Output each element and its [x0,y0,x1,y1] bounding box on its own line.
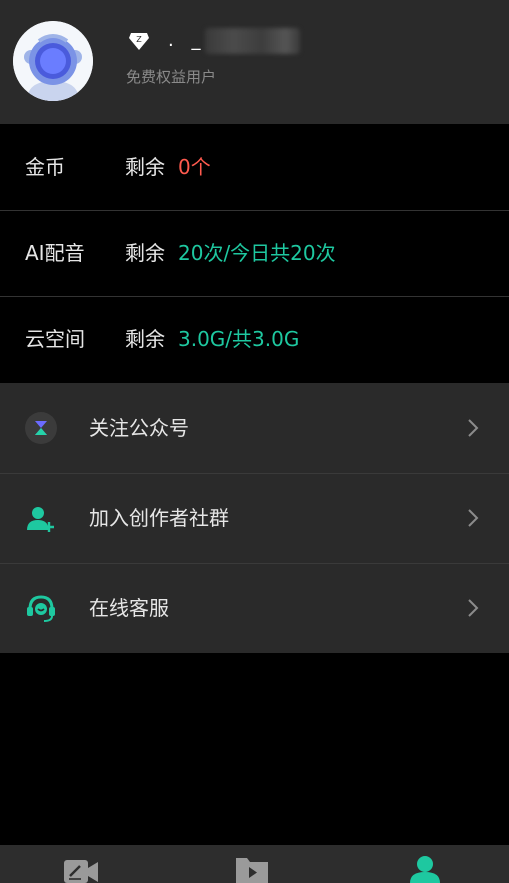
svg-text:Z: Z [136,35,142,44]
quota-row-coins: 金币 剩余 0个 [0,124,509,211]
edit-video-icon [64,860,98,883]
menu-item-label: 关注公众号 [89,416,189,440]
quota-prefix: 剩余 [125,327,165,351]
quota-prefix: 剩余 [125,155,165,179]
tab-works[interactable] [170,845,340,883]
quota-label: 金币 [25,155,65,179]
quota-label: 云空间 [25,327,85,351]
quota-prefix: 剩余 [125,241,165,265]
username-redacted [205,28,300,54]
quota-value: 20次/今日共20次 [178,241,336,265]
tab-profile[interactable] [340,845,509,883]
bottom-tab-bar [0,845,509,883]
menu-item-join-creator-community[interactable]: 加入创作者社群 [0,473,509,564]
membership-status: 免费权益用户 [126,68,217,86]
quota-label: AI配音 [25,241,85,265]
menu-item-follow-official-account[interactable]: 关注公众号 [0,383,509,474]
tab-create[interactable] [0,845,170,883]
menu-item-label: 加入创作者社群 [89,506,229,530]
add-user-icon [27,507,54,532]
chevron-right-icon [468,509,479,527]
chevron-right-icon [468,419,479,437]
chevron-right-icon [468,599,479,617]
quota-row-ai-dubbing: AI配音 剩余 20次/今日共20次 [0,210,509,297]
robot-avatar-icon [13,21,93,101]
menu-item-online-support[interactable]: 在线客服 [0,563,509,653]
quota-value: 3.0G/共3.0G [178,327,300,351]
diamond-icon: Z [129,33,149,50]
menu-item-label: 在线客服 [89,596,169,620]
username: . _ [168,30,207,51]
quota-value: 0个 [178,155,211,179]
profile-header: Z . _ 免费权益用户 [0,0,509,124]
folder-play-icon [236,858,268,883]
quota-row-cloud-space: 云空间 剩余 3.0G/共3.0G [0,296,509,382]
avatar[interactable] [13,21,93,101]
user-icon [410,856,440,883]
headset-icon [27,595,55,622]
official-account-icon [25,412,57,444]
settings-menu: 关注公众号 加入创作者社群 在线客服 [0,383,509,653]
